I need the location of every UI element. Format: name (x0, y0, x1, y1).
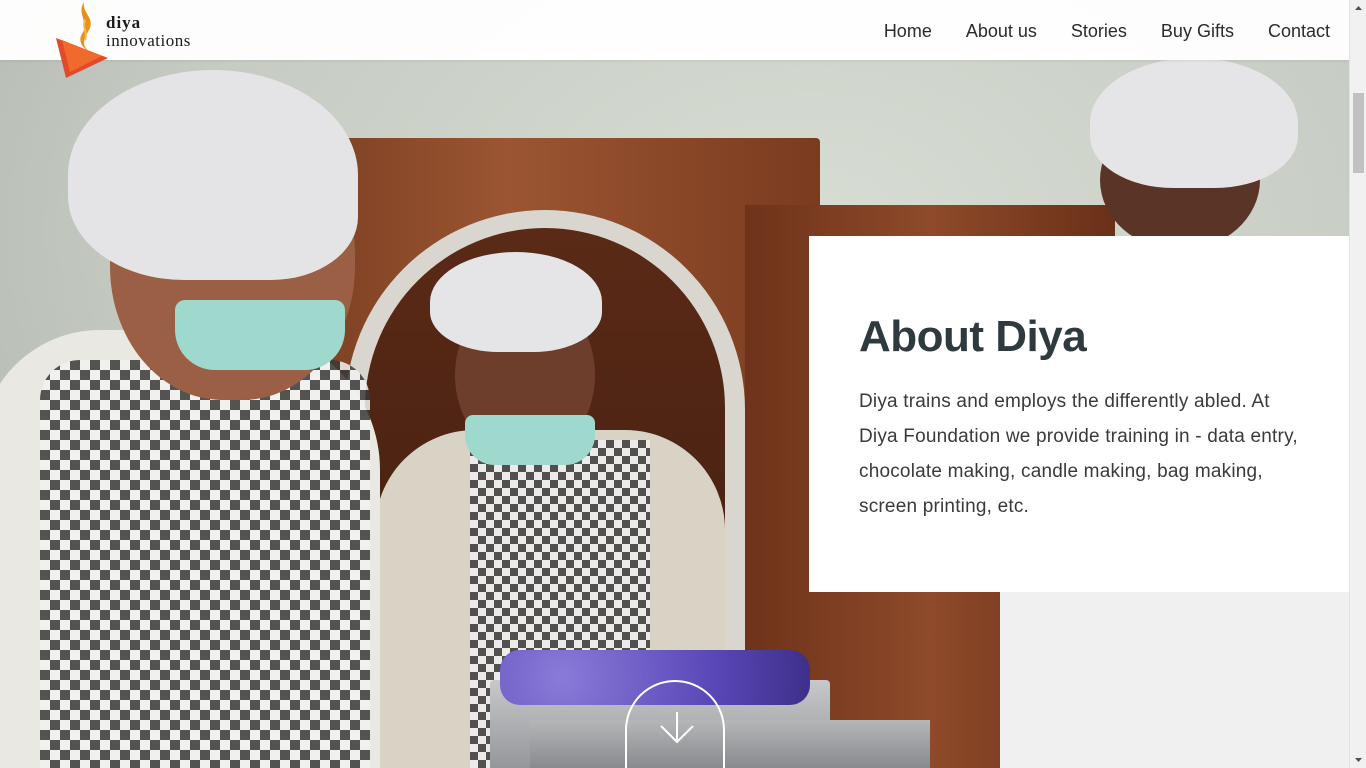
nav-about-us[interactable]: About us (966, 20, 1037, 42)
worker-center-cap (430, 252, 602, 352)
nav-contact[interactable]: Contact (1268, 20, 1330, 42)
scroll-up-arrow-icon[interactable] (1350, 0, 1366, 17)
about-title: About Diya (859, 312, 1087, 361)
worker-left-apron (40, 360, 370, 768)
scrollbar-thumb[interactable] (1353, 93, 1364, 173)
worker-left-mask (175, 300, 345, 370)
worker-center-mask (465, 415, 595, 465)
site-logo[interactable]: diya innovations (26, 0, 190, 78)
nav-buy-gifts[interactable]: Buy Gifts (1161, 20, 1234, 42)
main-nav: Home About us Stories Buy Gifts Contact (850, 20, 1330, 42)
logo-text-innovations: innovations (106, 31, 191, 50)
worker-left-cap (68, 70, 358, 280)
nav-stories[interactable]: Stories (1071, 20, 1127, 42)
site-header: diya innovations Home About us Stories B… (0, 0, 1349, 78)
page-scrollbar[interactable] (1349, 0, 1366, 768)
chocolate-tray-front (530, 720, 930, 768)
logo-text-diya: diya (106, 13, 142, 32)
about-card: About Diya Diya trains and employs the d… (809, 236, 1349, 592)
worker-right-cap (1090, 58, 1298, 188)
nav-home[interactable]: Home (884, 20, 932, 42)
diya-flame-logo-icon (56, 2, 108, 78)
about-body: Diya trains and employs the differently … (859, 391, 1298, 517)
scroll-down-arrow-icon[interactable] (1350, 751, 1366, 768)
chevron-down-icon (660, 712, 694, 744)
